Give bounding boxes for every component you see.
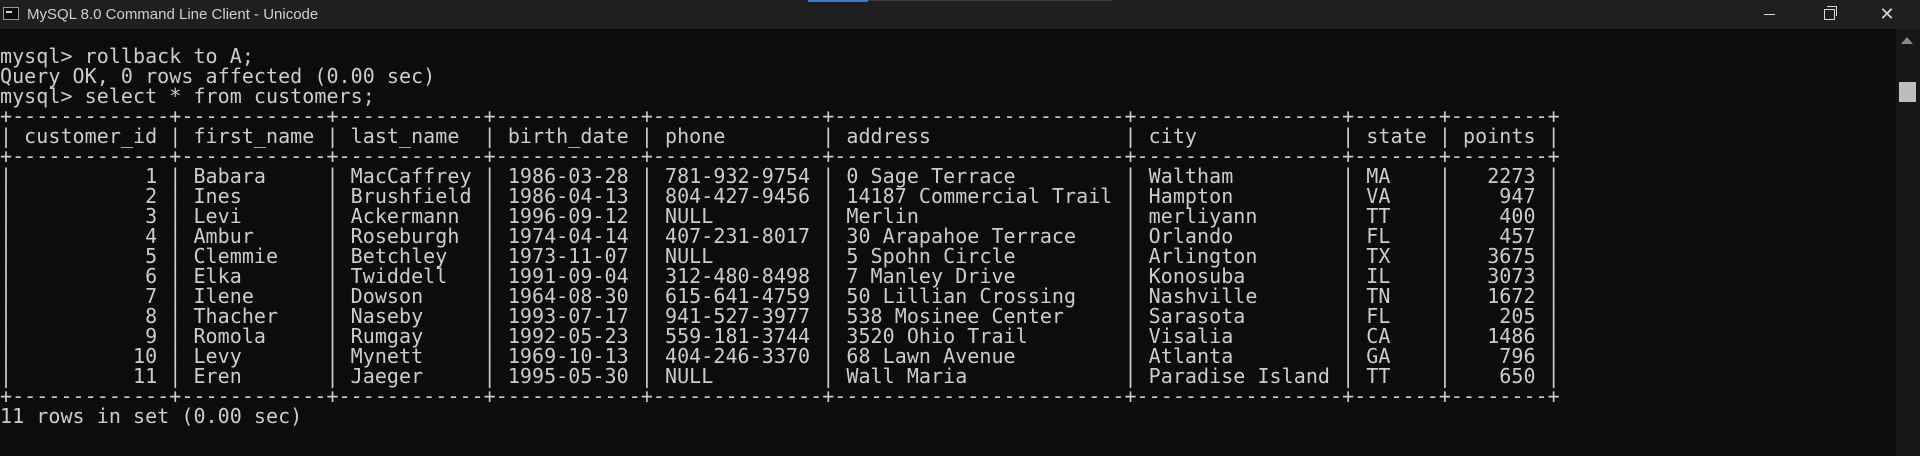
console-output[interactable]: mysql> rollback to A; Query OK, 0 rows a…: [0, 29, 1896, 456]
table-row: | 10 | Levy | Mynett | 1969-10-13 | 404-…: [0, 344, 1560, 368]
table-row: | 4 | Ambur | Roseburgh | 1974-04-14 | 4…: [0, 224, 1560, 248]
table-row: | 3 | Levi | Ackermann | 1996-09-12 | NU…: [0, 204, 1560, 228]
table-row: | 7 | Ilene | Dowson | 1964-08-30 | 615-…: [0, 284, 1560, 308]
table-border: +-------------+------------+------------…: [0, 144, 1560, 168]
maximize-button[interactable]: [1806, 0, 1852, 29]
scrollbar-thumb[interactable]: [1899, 82, 1916, 102]
table-row: | 2 | Ines | Brushfield | 1986-04-13 | 8…: [0, 184, 1560, 208]
vertical-scrollbar[interactable]: [1896, 29, 1920, 456]
console-line-result: Query OK, 0 rows affected (0.00 sec): [0, 64, 436, 88]
minimize-button[interactable]: [1746, 0, 1792, 29]
close-button[interactable]: ✕: [1864, 0, 1910, 29]
mysql-console-icon: [3, 7, 19, 20]
scroll-up-arrow-icon[interactable]: [1901, 37, 1913, 44]
taskbar-focus-track: [868, 0, 1113, 1]
title-bar[interactable]: MySQL 8.0 Command Line Client - Unicode …: [0, 0, 1920, 29]
table-row: | 5 | Clemmie | Betchley | 1973-11-07 | …: [0, 244, 1560, 268]
maximize-icon: [1824, 6, 1837, 20]
table-header: | customer_id | first_name | last_name |…: [0, 124, 1560, 148]
minimize-icon: [1764, 14, 1775, 15]
table-row: | 11 | Eren | Jaeger | 1995-05-30 | NULL…: [0, 364, 1560, 388]
table-row: | 6 | Elka | Twiddell | 1991-09-04 | 312…: [0, 264, 1560, 288]
window-title: MySQL 8.0 Command Line Client - Unicode: [27, 6, 319, 23]
console-line-prompt: mysql> rollback to A;: [0, 44, 254, 68]
table-row: | 9 | Romola | Rumgay | 1992-05-23 | 559…: [0, 324, 1560, 348]
console-window: MySQL 8.0 Command Line Client - Unicode …: [0, 0, 1920, 456]
console-line-prompt: mysql> select * from customers;: [0, 84, 375, 108]
row-count-summary: 11 rows in set (0.00 sec): [0, 404, 303, 428]
close-icon: ✕: [1879, 4, 1895, 25]
table-border: +-------------+------------+------------…: [0, 104, 1560, 128]
table-row: | 8 | Thacher | Naseby | 1993-07-17 | 94…: [0, 304, 1560, 328]
taskbar-focus-indicator: [808, 0, 868, 2]
table-row: | 1 | Babara | MacCaffrey | 1986-03-28 |…: [0, 164, 1560, 188]
table-border: +-------------+------------+------------…: [0, 384, 1560, 408]
